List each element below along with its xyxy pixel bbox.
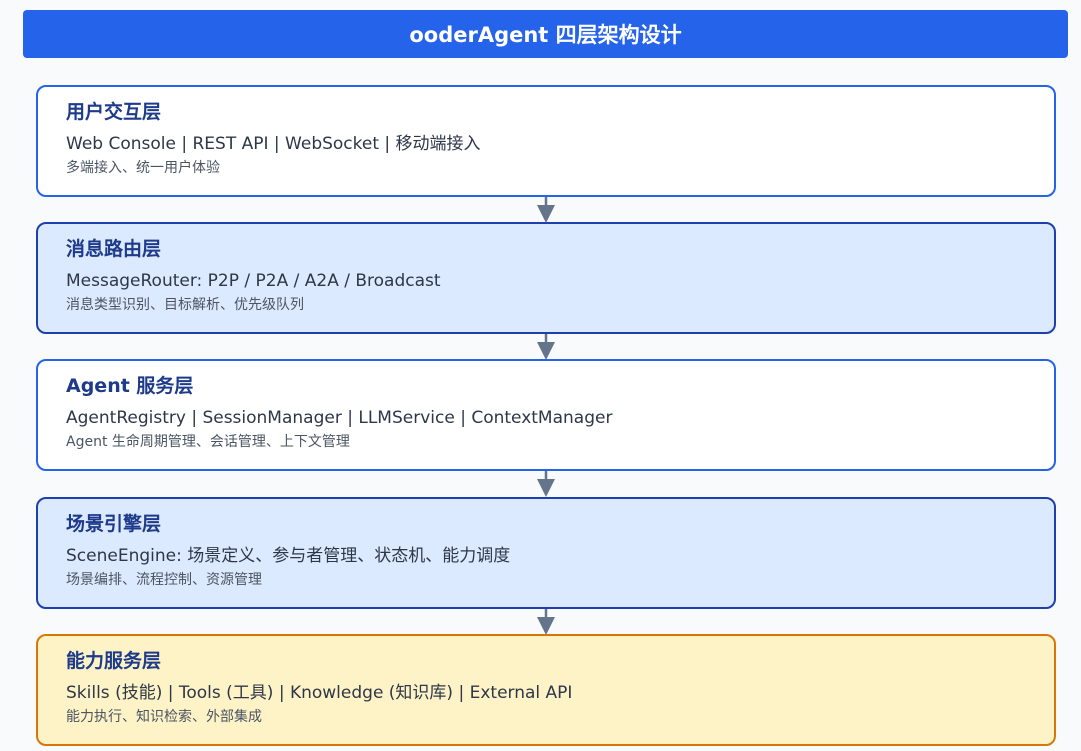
layer-title: 消息路由层 (66, 238, 162, 260)
layer-description: 多端接入、统一用户体验 (66, 160, 220, 176)
layer-components: Web Console | REST API | WebSocket | 移动端… (66, 134, 481, 154)
arrow-down-icon (537, 471, 555, 497)
layer-title: 用户交互层 (66, 101, 162, 123)
arrow-down-icon (537, 197, 555, 223)
layer-components: Skills (技能) | Tools (工具) | Knowledge (知识… (66, 683, 573, 703)
layer-title: Agent 服务层 (66, 375, 194, 397)
layer-capability-service: 能力服务层 Skills (技能) | Tools (工具) | Knowled… (36, 634, 1056, 746)
arrow-down-icon (537, 609, 555, 635)
layer-title: 能力服务层 (66, 650, 162, 672)
layer-description: 能力执行、知识检索、外部集成 (66, 709, 262, 725)
layer-components: AgentRegistry | SessionManager | LLMServ… (66, 408, 613, 428)
layer-components: SceneEngine: 场景定义、参与者管理、状态机、能力调度 (66, 546, 511, 566)
layer-description: 消息类型识别、目标解析、优先级队列 (66, 297, 304, 313)
layer-scene-engine: 场景引擎层 SceneEngine: 场景定义、参与者管理、状态机、能力调度 场… (36, 497, 1056, 609)
layer-agent-service: Agent 服务层 AgentRegistry | SessionManager… (36, 359, 1056, 471)
diagram-title-bar: ooderAgent 四层架构设计 (23, 10, 1068, 58)
layer-user-interaction: 用户交互层 Web Console | REST API | WebSocket… (36, 85, 1056, 197)
diagram-title: ooderAgent 四层架构设计 (409, 23, 682, 47)
layer-components: MessageRouter: P2P / P2A / A2A / Broadca… (66, 271, 441, 291)
layer-message-routing: 消息路由层 MessageRouter: P2P / P2A / A2A / B… (36, 222, 1056, 334)
arrow-down-icon (537, 334, 555, 360)
layer-title: 场景引擎层 (66, 513, 162, 535)
layer-description: Agent 生命周期管理、会话管理、上下文管理 (66, 434, 350, 450)
layer-description: 场景编排、流程控制、资源管理 (66, 572, 262, 588)
